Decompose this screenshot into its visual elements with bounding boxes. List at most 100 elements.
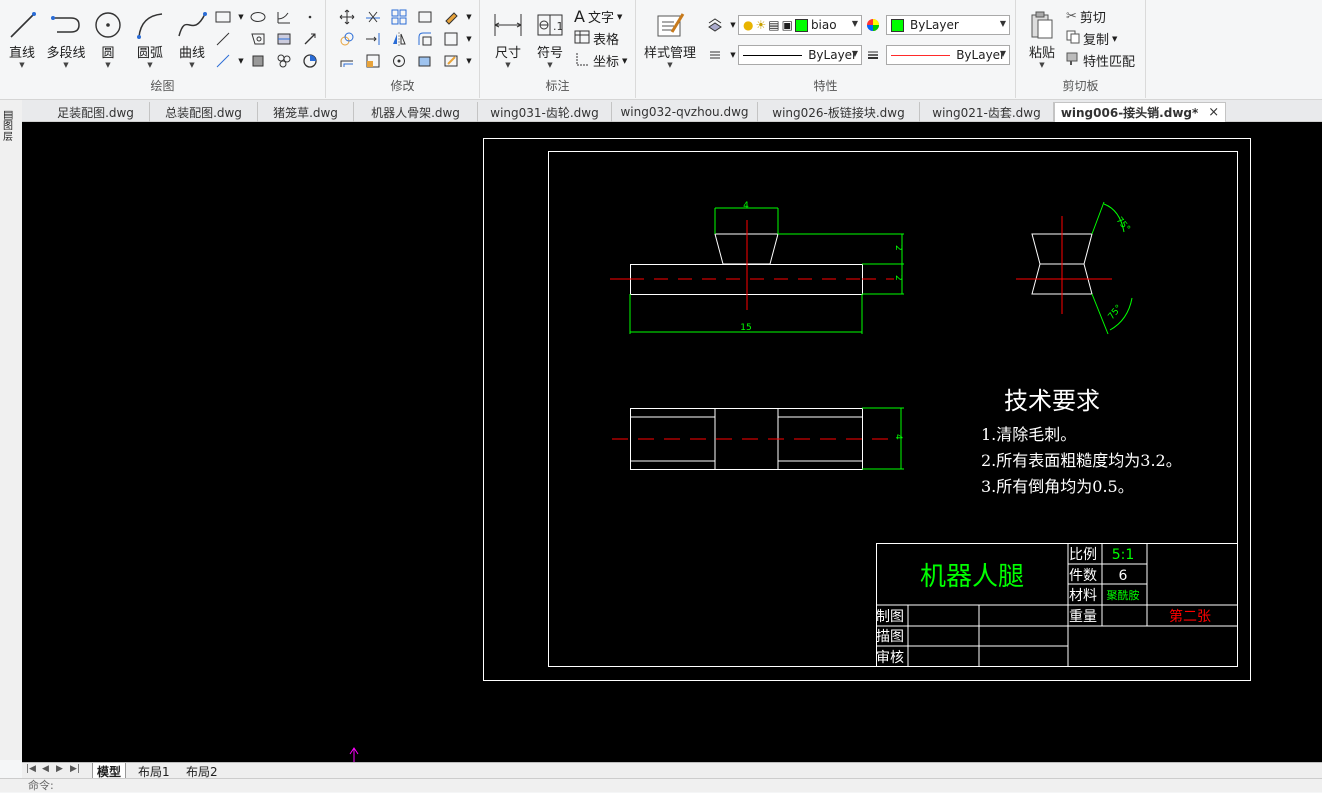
color-dropdown[interactable]: ByLayer ▼: [886, 15, 1010, 35]
paste-button[interactable]: 粘贴 ▼: [1022, 8, 1062, 69]
trim-icon[interactable]: [364, 8, 382, 26]
chevron-down-icon[interactable]: ▼: [130, 61, 170, 69]
rectangle-icon[interactable]: [214, 8, 232, 26]
copy-object-icon[interactable]: [338, 30, 356, 48]
tab-doc-8[interactable]: wing021-齿套.dwg: [920, 102, 1054, 122]
chevron-down-icon[interactable]: ▼: [88, 61, 128, 69]
chevron-down-icon: ▼: [999, 19, 1006, 28]
command-line[interactable]: 命令:: [0, 778, 1322, 792]
stretch-icon[interactable]: [416, 8, 434, 26]
tab-doc-5[interactable]: wing031-齿轮.dwg: [478, 102, 612, 122]
explode-icon[interactable]: [442, 30, 460, 48]
ray-icon[interactable]: [301, 30, 319, 48]
array-icon[interactable]: [390, 8, 408, 26]
chevron-down-icon[interactable]: ▼: [2, 61, 42, 69]
title-scale-label: 比例: [1069, 547, 1097, 563]
copy-button[interactable]: 复制 ▼: [1066, 29, 1117, 48]
color-wheel-icon[interactable]: [864, 16, 882, 34]
circle-tool-button[interactable]: 圆 ▼: [88, 8, 128, 69]
color-swatch: [891, 18, 904, 32]
chevron-down-icon[interactable]: ▼: [460, 30, 478, 48]
tab-doc-1[interactable]: 足装配图.dwg: [42, 102, 150, 122]
lineweight-icon[interactable]: [864, 46, 882, 64]
last-layout-icon[interactable]: ▶|: [70, 764, 80, 774]
tab-doc-4[interactable]: 机器人骨架.dwg: [354, 102, 478, 122]
layer-panel-toggle[interactable]: ▤ 图层: [3, 108, 19, 143]
edit-properties-icon[interactable]: [442, 52, 460, 70]
chevron-down-icon[interactable]: ▼: [622, 57, 627, 65]
xline-icon[interactable]: [214, 52, 232, 70]
match-properties-button[interactable]: 特性匹配: [1066, 51, 1135, 70]
mirror-icon[interactable]: [390, 30, 408, 48]
linetype-dropdown[interactable]: ByLayer ▼: [738, 45, 862, 65]
layer-manager-icon[interactable]: [706, 16, 724, 34]
text-tool-button[interactable]: A 文字 ▼: [574, 7, 622, 26]
polyline-tool-button[interactable]: 多段线 ▼: [44, 8, 88, 69]
table-icon: [574, 30, 590, 48]
scale-icon[interactable]: [364, 52, 382, 70]
extend-icon[interactable]: [364, 30, 382, 48]
lineweight-value: ByLayer: [956, 48, 1005, 62]
tab-doc-3[interactable]: 猪笼草.dwg: [258, 102, 354, 122]
table-tool-button[interactable]: 表格: [574, 29, 619, 48]
chevron-down-icon[interactable]: ▼: [460, 8, 478, 26]
erase-icon[interactable]: [442, 8, 460, 26]
gradient-icon[interactable]: [275, 30, 293, 48]
chevron-down-icon[interactable]: ▼: [642, 61, 698, 69]
chamfer-icon[interactable]: [416, 52, 434, 70]
arc-tool-button[interactable]: 圆弧 ▼: [130, 8, 170, 69]
style-manager-button[interactable]: 样式管理 ▼: [642, 8, 698, 69]
modify-panel: ▼ ▼ ▼ 修改: [326, 0, 480, 98]
boundary-icon[interactable]: [249, 52, 267, 70]
first-layout-icon[interactable]: |◀: [26, 764, 36, 774]
linetype-list-icon[interactable]: [706, 46, 724, 64]
donut-icon[interactable]: [301, 52, 319, 70]
chevron-down-icon[interactable]: ▼: [172, 61, 212, 69]
prev-layout-icon[interactable]: ◀: [42, 764, 49, 774]
circle-label: 圆: [101, 46, 115, 61]
chevron-down-icon[interactable]: ▼: [488, 61, 528, 69]
spline-tool-button[interactable]: 曲线 ▼: [172, 8, 212, 69]
circle-icon: [95, 12, 121, 38]
region-icon[interactable]: [249, 30, 267, 48]
ellipse-icon[interactable]: [249, 8, 267, 26]
close-icon[interactable]: ×: [1208, 105, 1219, 120]
move-icon[interactable]: [338, 8, 356, 26]
tab-layout1[interactable]: 布局1: [138, 763, 170, 779]
offset-icon[interactable]: [338, 52, 356, 70]
dimension-tool-button[interactable]: 尺寸 ▼: [488, 8, 528, 69]
cut-button[interactable]: ✂ 剪切: [1066, 7, 1106, 26]
chevron-down-icon[interactable]: ▼: [1112, 35, 1117, 43]
layout-tab-label: 模型: [97, 764, 122, 779]
properties-panel: 样式管理 ▼ ▼ ● ☀ ▤ ▣ biao ▼ ByLayer ▼ ▼ ByLa…: [636, 0, 1016, 98]
annotation-panel: 尺寸 ▼ .1 符号 ▼ A 文字 ▼ 表格 坐标 ▼ 标注: [480, 0, 636, 98]
symbol-tool-button[interactable]: .1 符号 ▼: [530, 8, 570, 69]
hatch-icon[interactable]: [275, 8, 293, 26]
chevron-down-icon[interactable]: ▼: [530, 61, 570, 69]
lineweight-dropdown[interactable]: ByLayer ▼: [886, 45, 1010, 65]
chevron-down-icon[interactable]: ▼: [617, 13, 622, 21]
chevron-down-icon[interactable]: ▼: [460, 52, 478, 70]
properties-panel-title: 特性: [813, 79, 838, 93]
tab-doc-2[interactable]: 总装配图.dwg: [150, 102, 258, 122]
dim-height-a: 2: [893, 245, 903, 251]
chevron-down-icon[interactable]: ▼: [44, 61, 88, 69]
revision-cloud-icon[interactable]: [275, 52, 293, 70]
coordinate-tool-button[interactable]: 坐标 ▼: [574, 51, 627, 70]
rotate-icon[interactable]: [390, 52, 408, 70]
construction-line-icon[interactable]: [214, 30, 232, 48]
chevron-down-icon[interactable]: ▼: [232, 8, 250, 26]
tab-doc-7[interactable]: wing026-板链接块.dwg: [758, 102, 920, 122]
layer-dropdown[interactable]: ● ☀ ▤ ▣ biao ▼: [738, 15, 862, 35]
tab-model[interactable]: 模型: [92, 763, 127, 779]
point-icon[interactable]: [301, 8, 319, 26]
drawing-canvas[interactable]: 4 2 2 15 75° 75° 4 技术要求 1.清除毛刺。 2.所有表面粗糙…: [22, 122, 1322, 762]
fillet-icon[interactable]: [416, 30, 434, 48]
tab-doc-6[interactable]: wing032-qvzhou.dwg: [612, 102, 758, 122]
chevron-down-icon[interactable]: ▼: [1022, 61, 1062, 69]
line-tool-button[interactable]: 直线 ▼: [2, 8, 42, 69]
tab-doc-active[interactable]: wing006-接头销.dwg* ×: [1054, 102, 1226, 122]
tab-layout2[interactable]: 布局2: [186, 763, 218, 779]
next-layout-icon[interactable]: ▶: [56, 764, 63, 774]
chevron-down-icon[interactable]: ▼: [232, 52, 250, 70]
